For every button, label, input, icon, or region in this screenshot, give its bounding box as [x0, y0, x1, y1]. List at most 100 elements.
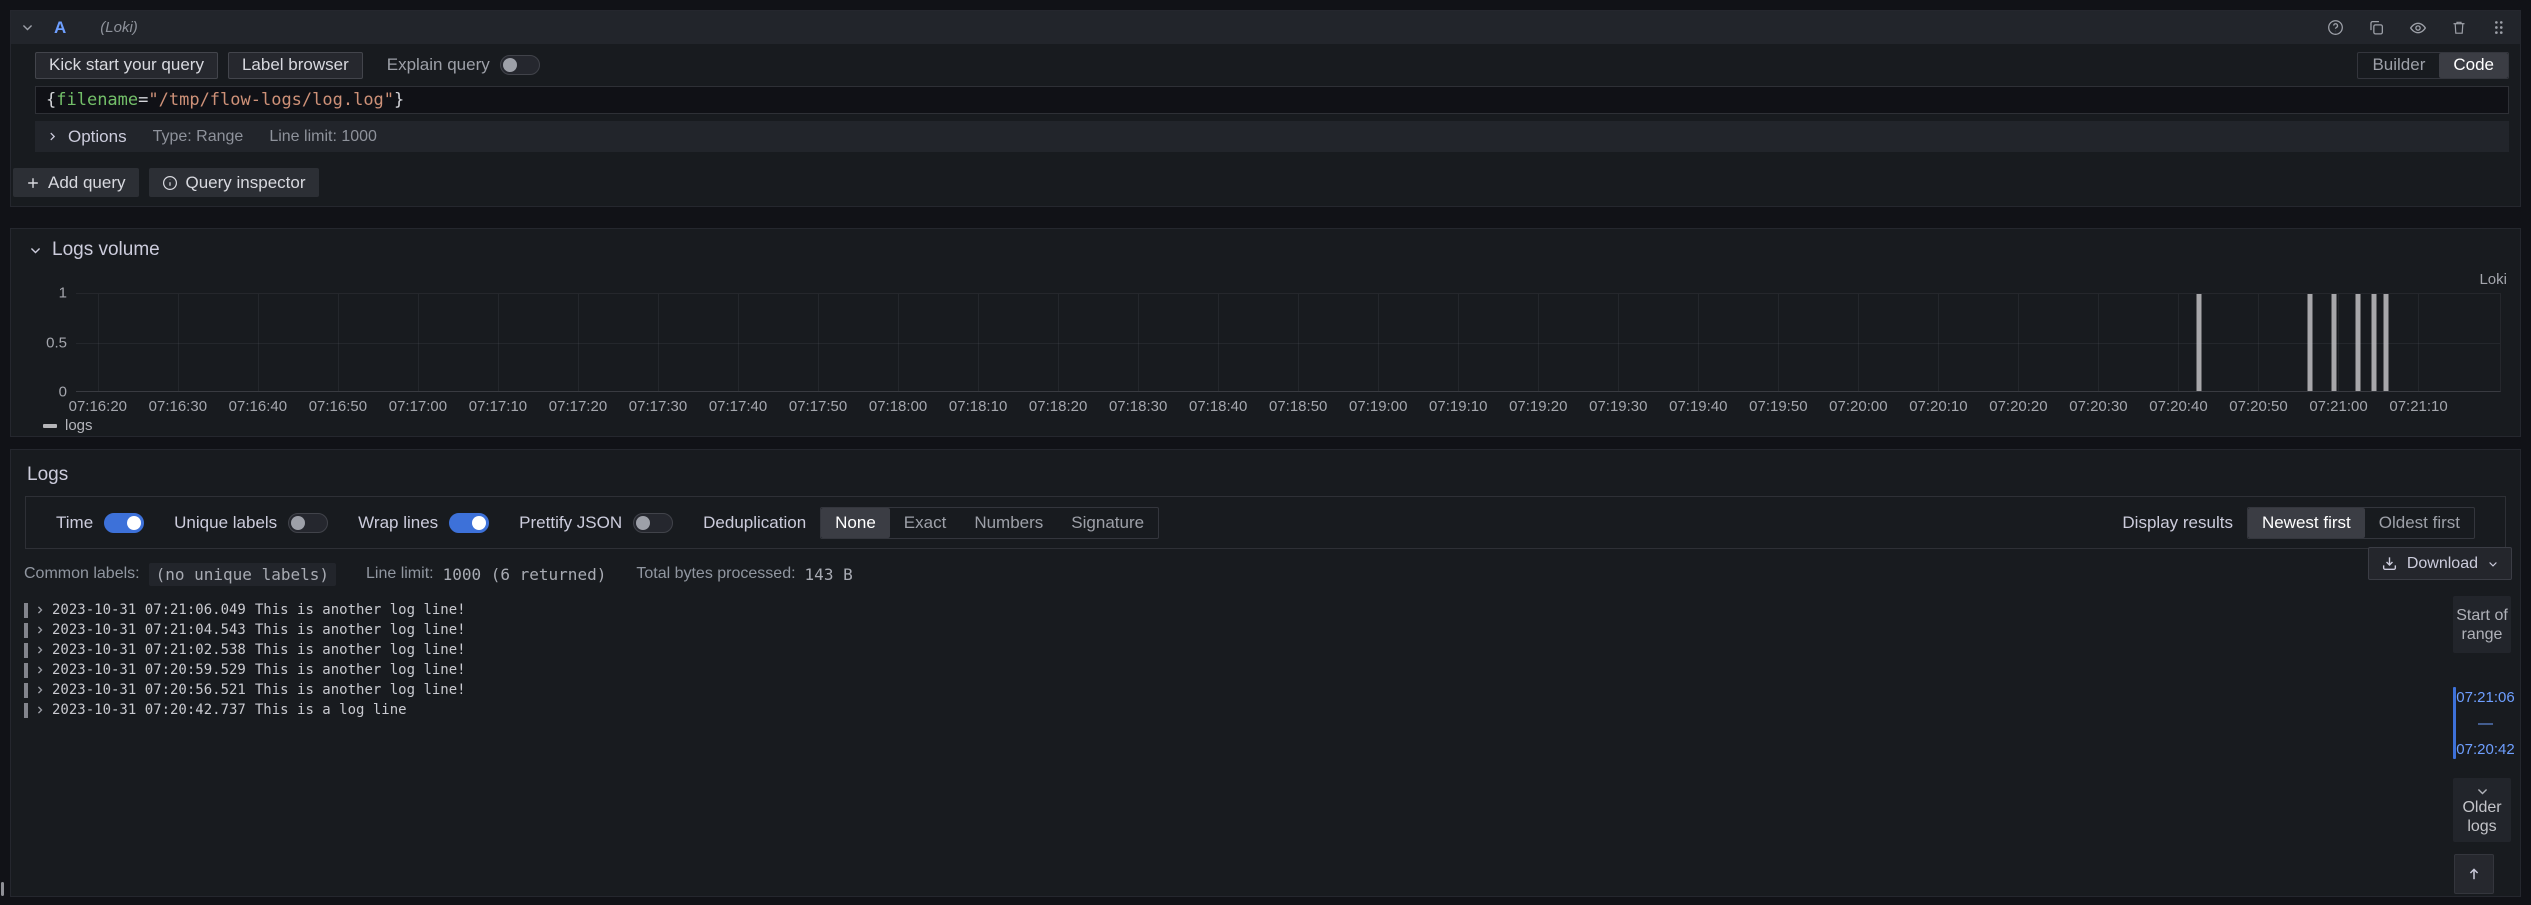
y-tick-label: 1: [59, 285, 67, 302]
kick-start-query-button[interactable]: Kick start your query: [35, 52, 218, 79]
log-row[interactable]: 2023-10-31 07:20:56.521This is another l…: [24, 680, 2512, 700]
page-scrollbar-thumb[interactable]: [1, 882, 4, 896]
log-row[interactable]: 2023-10-31 07:20:59.529This is another l…: [24, 660, 2512, 680]
display-results-options: Newest firstOldest first: [2247, 507, 2475, 539]
x-gridline: [258, 294, 259, 391]
logs-volume-bar: [2383, 294, 2388, 391]
x-tick-label: 07:20:30: [2069, 398, 2127, 415]
query-row-header[interactable]: A (Loki): [11, 11, 2520, 44]
query-code-editor[interactable]: {filename="/tmp/flow-logs/log.log"}: [35, 86, 2509, 114]
add-query-button[interactable]: Add query: [13, 168, 139, 197]
log-timestamp: 2023-10-31 07:20:56.521: [52, 682, 246, 698]
time-switch[interactable]: [104, 513, 144, 533]
x-tick-label: 07:19:00: [1349, 398, 1407, 415]
download-icon: [2381, 555, 2398, 572]
unique-labels-label: Unique labels: [174, 513, 277, 533]
x-gridline: [1138, 294, 1139, 391]
log-row[interactable]: 2023-10-31 07:21:02.538This is another l…: [24, 640, 2512, 660]
display-oldest-first-option[interactable]: Oldest first: [2365, 508, 2474, 538]
legend-series-swatch: [43, 424, 57, 428]
expand-log-chevron-icon[interactable]: [35, 705, 45, 715]
query-inspector-button[interactable]: Query inspector: [149, 168, 319, 197]
range-to-time: 07:20:42: [2456, 741, 2514, 758]
x-gridline: [738, 294, 739, 391]
query-toolbar: Kick start your query Label browser Expl…: [35, 52, 2509, 78]
duplicate-query-icon[interactable]: [2368, 19, 2385, 36]
scroll-to-top-button[interactable]: [2454, 854, 2494, 894]
log-level-indicator: [24, 663, 28, 678]
x-tick-label: 07:20:20: [1989, 398, 2047, 415]
hide-query-eye-icon[interactable]: [2409, 19, 2427, 37]
expand-log-chevron-icon[interactable]: [35, 685, 45, 695]
x-tick-label: 07:18:00: [869, 398, 927, 415]
common-labels-label: Common labels:: [24, 565, 140, 583]
options-chevron-right-icon: [47, 131, 58, 142]
x-tick-label: 07:21:00: [2309, 398, 2367, 415]
dedup-numbers-option[interactable]: Numbers: [960, 508, 1057, 538]
log-row[interactable]: 2023-10-31 07:20:42.737This is a log lin…: [24, 700, 2512, 720]
switch-knob: [291, 516, 305, 530]
logs-toggles: TimeUnique labelsWrap linesPrettify JSON: [56, 513, 673, 533]
wrap-lines-switch[interactable]: [449, 513, 489, 533]
deduplication-options: NoneExactNumbersSignature: [820, 507, 1159, 539]
x-tick-label: 07:17:40: [709, 398, 767, 415]
label-browser-button[interactable]: Label browser: [228, 52, 363, 79]
logs-panel: Logs TimeUnique labelsWrap linesPrettify…: [10, 449, 2521, 897]
logs-volume-yaxis: 10.50: [21, 293, 67, 392]
expand-log-chevron-icon[interactable]: [35, 645, 45, 655]
x-tick-label: 07:16:40: [229, 398, 287, 415]
collapse-query-chevron-icon[interactable]: [21, 21, 34, 34]
dedup-exact-option[interactable]: Exact: [890, 508, 961, 538]
x-gridline: [498, 294, 499, 391]
x-tick-label: 07:19:50: [1749, 398, 1807, 415]
dedup-signature-option[interactable]: Signature: [1057, 508, 1158, 538]
plus-icon: [26, 176, 40, 190]
start-of-range-button[interactable]: Start of range: [2453, 596, 2511, 653]
x-gridline: [578, 294, 579, 391]
x-tick-label: 07:20:00: [1829, 398, 1887, 415]
builder-mode-option[interactable]: Builder: [2358, 53, 2439, 78]
x-gridline: [2178, 294, 2179, 391]
expand-log-chevron-icon[interactable]: [35, 665, 45, 675]
dedup-none-option[interactable]: None: [821, 508, 890, 538]
toggle-prettify-json: Prettify JSON: [519, 513, 673, 533]
chevron-down-icon: [2487, 558, 2499, 570]
common-labels-value: (no unique labels): [149, 563, 336, 586]
log-level-indicator: [24, 703, 28, 718]
editor-mode-toggle: Builder Code: [2357, 52, 2509, 79]
prettify-json-switch[interactable]: [633, 513, 673, 533]
x-gridline: [338, 294, 339, 391]
x-gridline: [1858, 294, 1859, 391]
logs-panel-title: Logs: [19, 458, 2512, 486]
drag-handle-icon[interactable]: [2491, 19, 2506, 36]
expand-log-chevron-icon[interactable]: [35, 625, 45, 635]
x-gridline: [1618, 294, 1619, 391]
switch-knob: [472, 516, 486, 530]
logs-volume-legend[interactable]: logs: [43, 417, 93, 434]
log-row[interactable]: 2023-10-31 07:21:06.049This is another l…: [24, 600, 2512, 620]
logs-meta-row: Common labels: (no unique labels) Line l…: [19, 563, 2512, 585]
logs-volume-collapse-chevron-icon[interactable]: [29, 244, 42, 257]
logs-volume-plot[interactable]: [76, 293, 2501, 392]
download-button[interactable]: Download: [2368, 547, 2512, 580]
help-icon[interactable]: [2327, 19, 2344, 36]
x-gridline: [978, 294, 979, 391]
query-brace-open: {: [46, 90, 56, 110]
x-tick-label: 07:20:50: [2229, 398, 2287, 415]
expand-log-chevron-icon[interactable]: [35, 605, 45, 615]
code-mode-option[interactable]: Code: [2439, 53, 2508, 78]
explain-query-switch[interactable]: [500, 55, 540, 75]
log-row[interactable]: 2023-10-31 07:21:04.543This is another l…: [24, 620, 2512, 640]
delete-query-trash-icon[interactable]: [2451, 19, 2467, 36]
query-ref-id: A: [54, 18, 66, 38]
unique-labels-switch[interactable]: [288, 513, 328, 533]
log-level-indicator: [24, 623, 28, 638]
loaded-range-indicator[interactable]: 07:21:06 — 07:20:42: [2453, 687, 2515, 759]
x-gridline: [1938, 294, 1939, 391]
display-newest-first-option[interactable]: Newest first: [2248, 508, 2365, 538]
query-options-row[interactable]: Options Type: Range Line limit: 1000: [35, 121, 2509, 152]
x-tick-label: 07:20:40: [2149, 398, 2207, 415]
x-gridline: [1298, 294, 1299, 391]
y-tick-label: 0: [59, 384, 67, 401]
older-logs-button[interactable]: Older logs: [2453, 778, 2511, 842]
